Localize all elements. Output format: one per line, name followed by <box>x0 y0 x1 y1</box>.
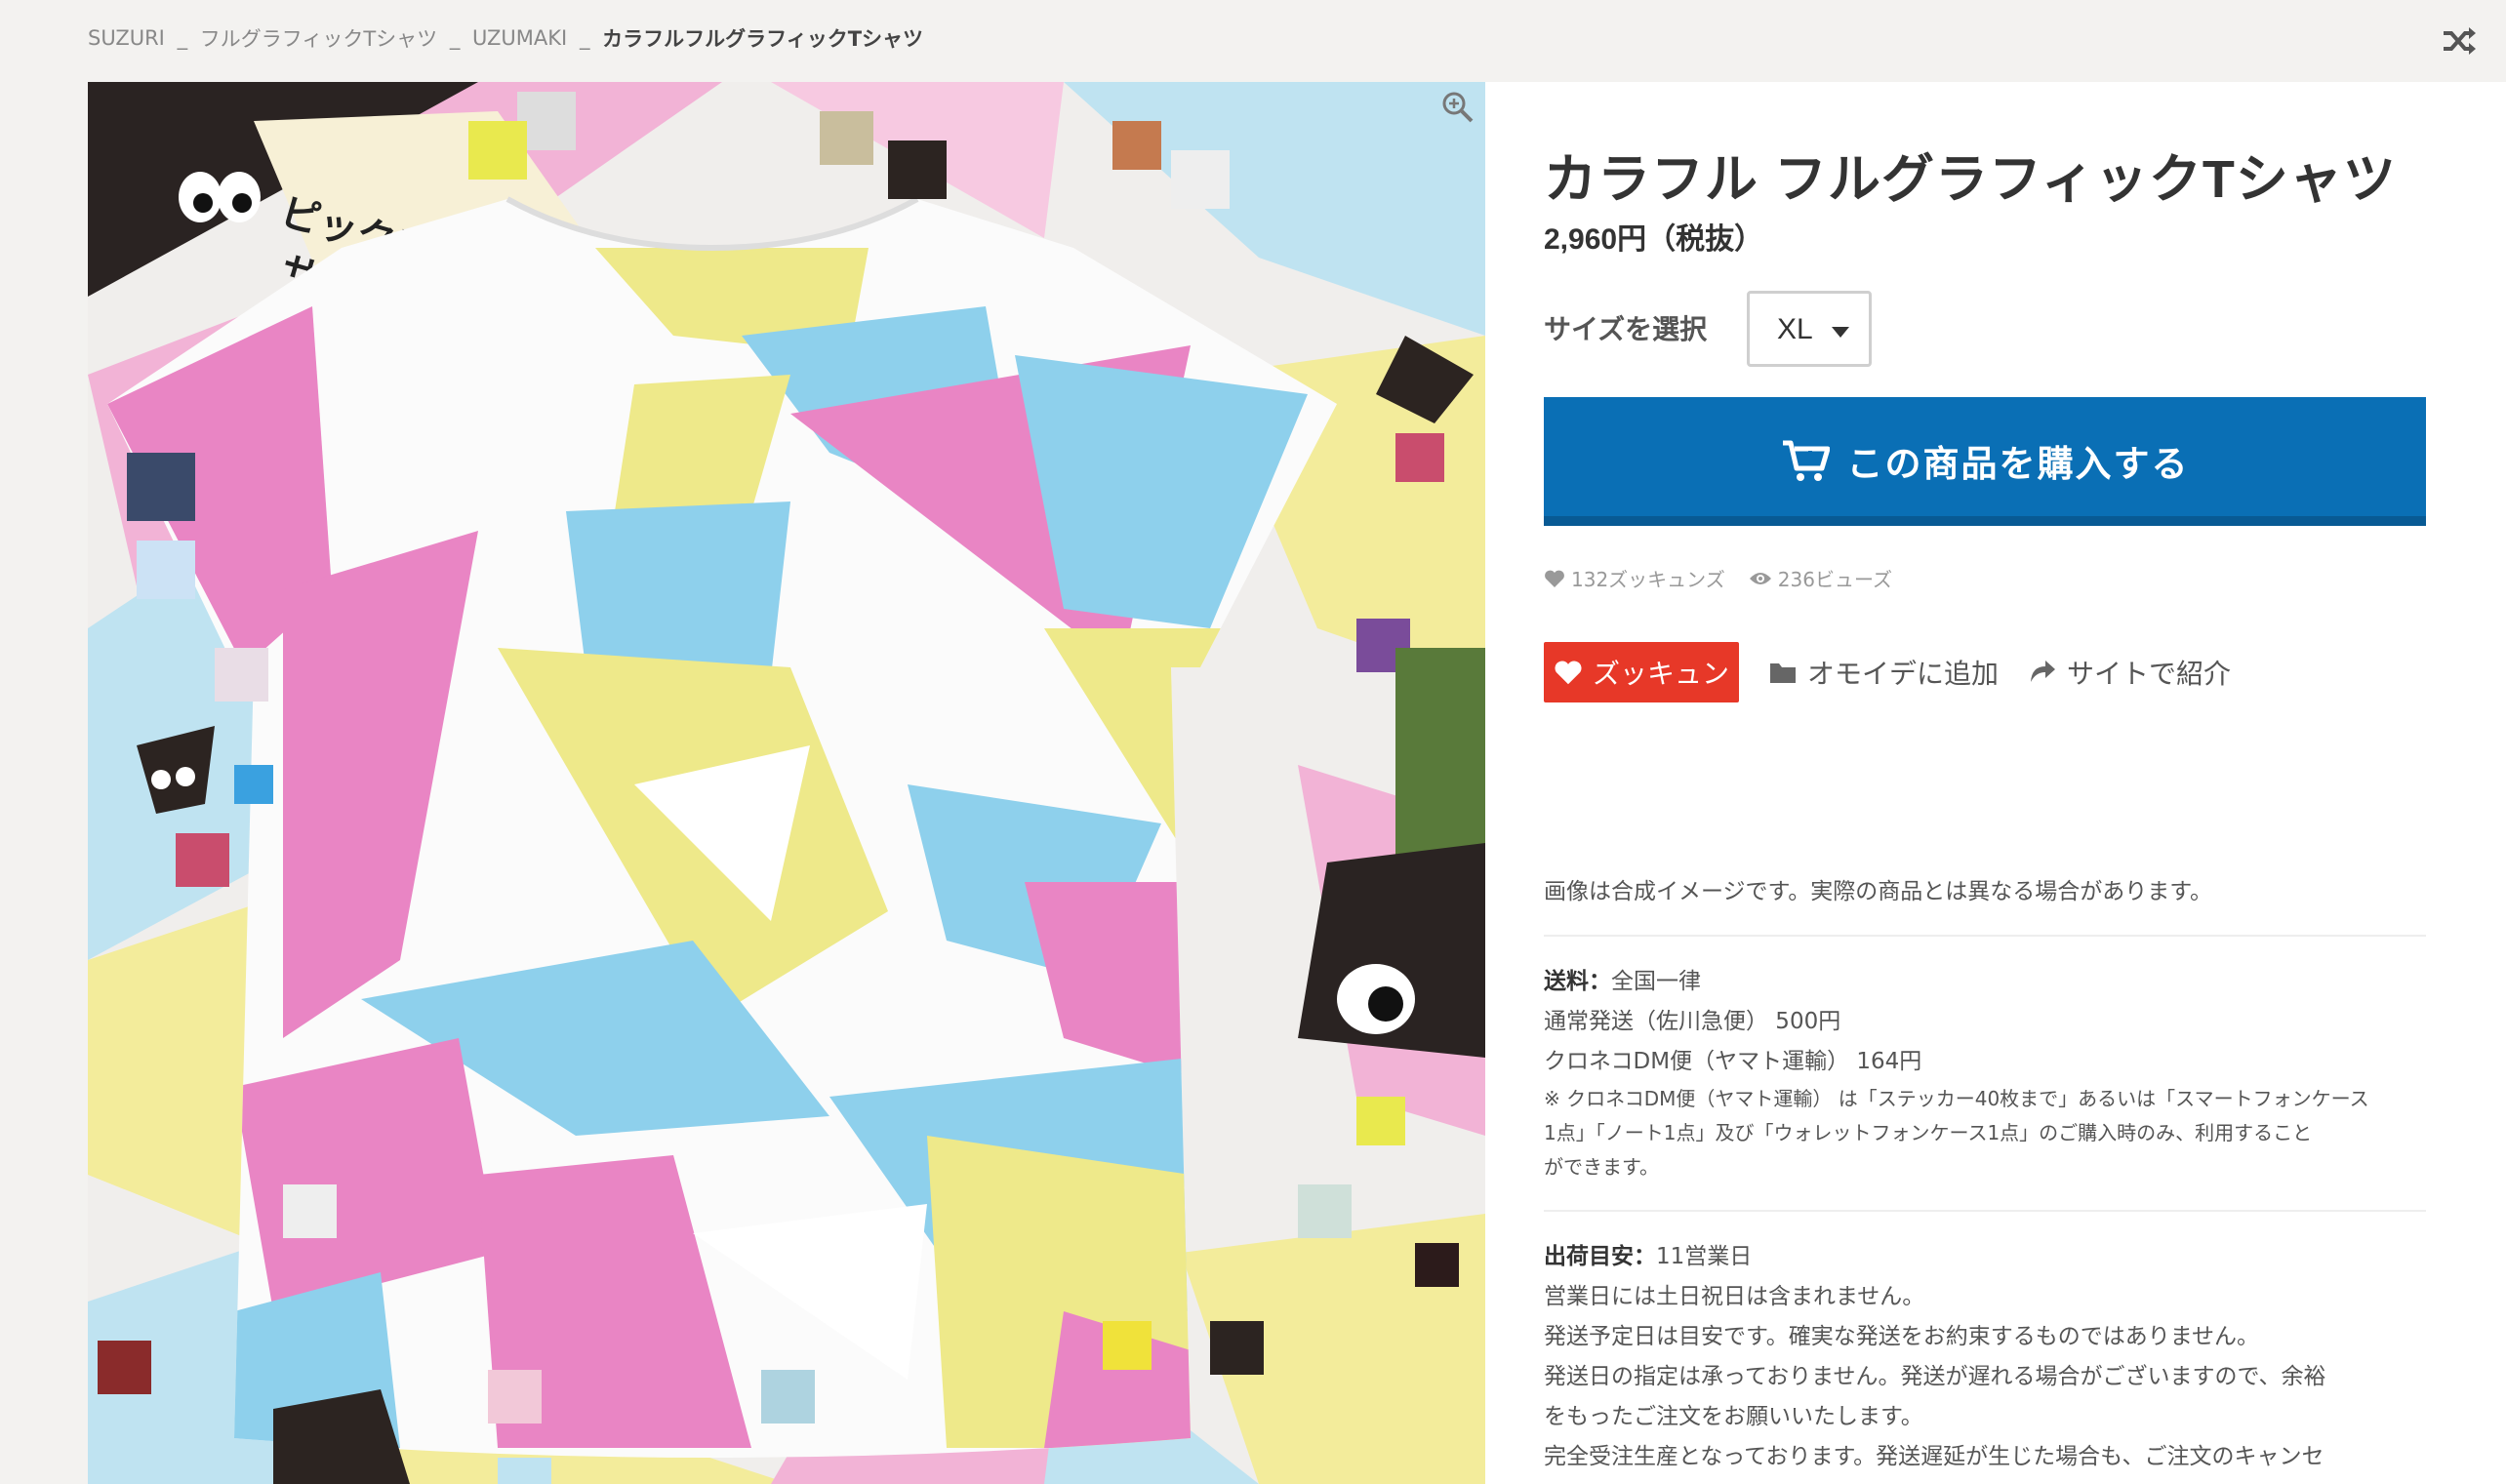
size-select-value: XL <box>1777 313 1813 345</box>
shipping-note-line: 1点」「ノート1点」及び「ウォレットフォンケース1点」のご購入時のみ、利用するこ… <box>1544 1121 2313 1144</box>
breadcrumb-separator: _ <box>449 26 461 50</box>
breadcrumb-separator: _ <box>177 26 188 50</box>
product-image[interactable]: ピックアップ サレタヨ！ <box>88 82 1485 1484</box>
eta-line: をもったご注文をお願いいたします。 <box>1544 1404 1923 1429</box>
stats: 132ズッキュンズ 236ビューズ <box>1544 564 1892 592</box>
add-to-memory-label: オモイデに追加 <box>1807 658 2000 690</box>
eta-row: 出荷目安：11営業日 <box>1544 1237 2426 1277</box>
eye-icon <box>1749 572 1771 584</box>
size-label: サイズを選択 <box>1544 313 1708 345</box>
shipping-note-line: ができます。 <box>1544 1155 1659 1179</box>
eta-line: 発送日の指定は承っておりません。発送が遅れる場合がございますので、余裕 <box>1544 1364 2326 1389</box>
product-title: カラフル フルグラフィックTシャツ <box>1544 150 2397 209</box>
folder-icon <box>1770 663 1796 683</box>
add-to-memory-button[interactable]: オモイデに追加 <box>1768 653 1999 692</box>
eta-value: 11営業日 <box>1656 1244 1753 1269</box>
breadcrumb-item-category[interactable]: フルグラフィックTシャツ <box>200 27 437 51</box>
shipping-fee-value: 全国一律 <box>1611 969 1701 994</box>
heart-icon <box>1555 661 1582 685</box>
zoom-icon[interactable] <box>1438 88 1477 127</box>
product-info-panel: カラフル フルグラフィックTシャツ 2,960円（税抜） サイズを選択 XL こ… <box>1485 82 2506 1484</box>
divider <box>1544 1210 2426 1212</box>
buy-button[interactable]: この商品を購入する <box>1544 397 2426 526</box>
shipping-info: 送料：全国一律 通常発送（佐川急便） 500円 クロネコDM便（ヤマト運輸） 1… <box>1544 962 2426 1184</box>
breadcrumb: SUZURI _ フルグラフィックTシャツ _ UZUMAKI _ カラフルフル… <box>88 23 923 55</box>
shipping-dm: クロネコDM便（ヤマト運輸） 164円 <box>1544 1049 1922 1074</box>
breadcrumb-item-suzuri[interactable]: SUZURI <box>88 26 165 50</box>
image-disclaimer: 画像は合成イメージです。実際の商品とは異なる場合があります。 <box>1544 879 2212 904</box>
shipping-normal: 通常発送（佐川急便） 500円 <box>1544 1009 1841 1034</box>
share-button[interactable]: サイトで紹介 <box>2028 653 2231 692</box>
size-select[interactable]: XL <box>1747 291 1872 367</box>
views-stat: 236ビューズ <box>1749 564 1892 592</box>
share-label: サイトで紹介 <box>2067 658 2232 690</box>
eta-line: 完全受注生産となっております。発送遅延が生じた場合も、ご注文のキャンセ <box>1544 1444 2324 1469</box>
breadcrumb-item-shop[interactable]: UZUMAKI <box>472 26 567 50</box>
breadcrumb-current: カラフルフルグラフィックTシャツ <box>602 27 924 51</box>
shipping-fee-label: 送料： <box>1544 969 1611 994</box>
shipping-eta: 出荷目安：11営業日 営業日には土日祝日は含まれません。 発送予定日は目安です。… <box>1544 1237 2426 1477</box>
share-icon <box>2031 661 2056 682</box>
likes-count: 132ズッキュンズ <box>1571 568 1725 591</box>
like-button-label: ズッキュン <box>1592 658 1729 690</box>
breadcrumb-separator: _ <box>579 26 590 50</box>
shipping-fee-row: 送料：全国一律 <box>1544 962 2426 1002</box>
eta-label: 出荷目安： <box>1544 1244 1656 1269</box>
like-button[interactable]: ズッキュン <box>1544 642 1739 702</box>
chevron-down-icon <box>1832 327 1849 338</box>
heart-icon <box>1545 570 1564 587</box>
shuffle-icon[interactable] <box>2440 21 2479 60</box>
shipping-note-line: ※ クロネコDM便（ヤマト運輸） は「ステッカー40枚まで」あるいは「スマートフ… <box>1544 1087 2369 1110</box>
likes-stat: 132ズッキュンズ <box>1544 564 1725 592</box>
product-price: 2,960円（税抜） <box>1544 223 1764 256</box>
eta-line: 発送予定日は目安です。確実な発送をお約束するものではありません。 <box>1544 1324 2260 1349</box>
divider <box>1544 935 2426 937</box>
views-count: 236ビューズ <box>1777 568 1892 591</box>
eta-line: 営業日には土日祝日は含まれません。 <box>1544 1284 1925 1309</box>
product-image-artwork: ピックアップ サレタヨ！ <box>88 82 1485 1484</box>
action-bar: ズッキュン オモイデに追加 サイトで紹介 <box>1544 642 2231 702</box>
cart-icon <box>1782 440 1830 481</box>
buy-button-label: この商品を購入する <box>1846 443 2190 485</box>
